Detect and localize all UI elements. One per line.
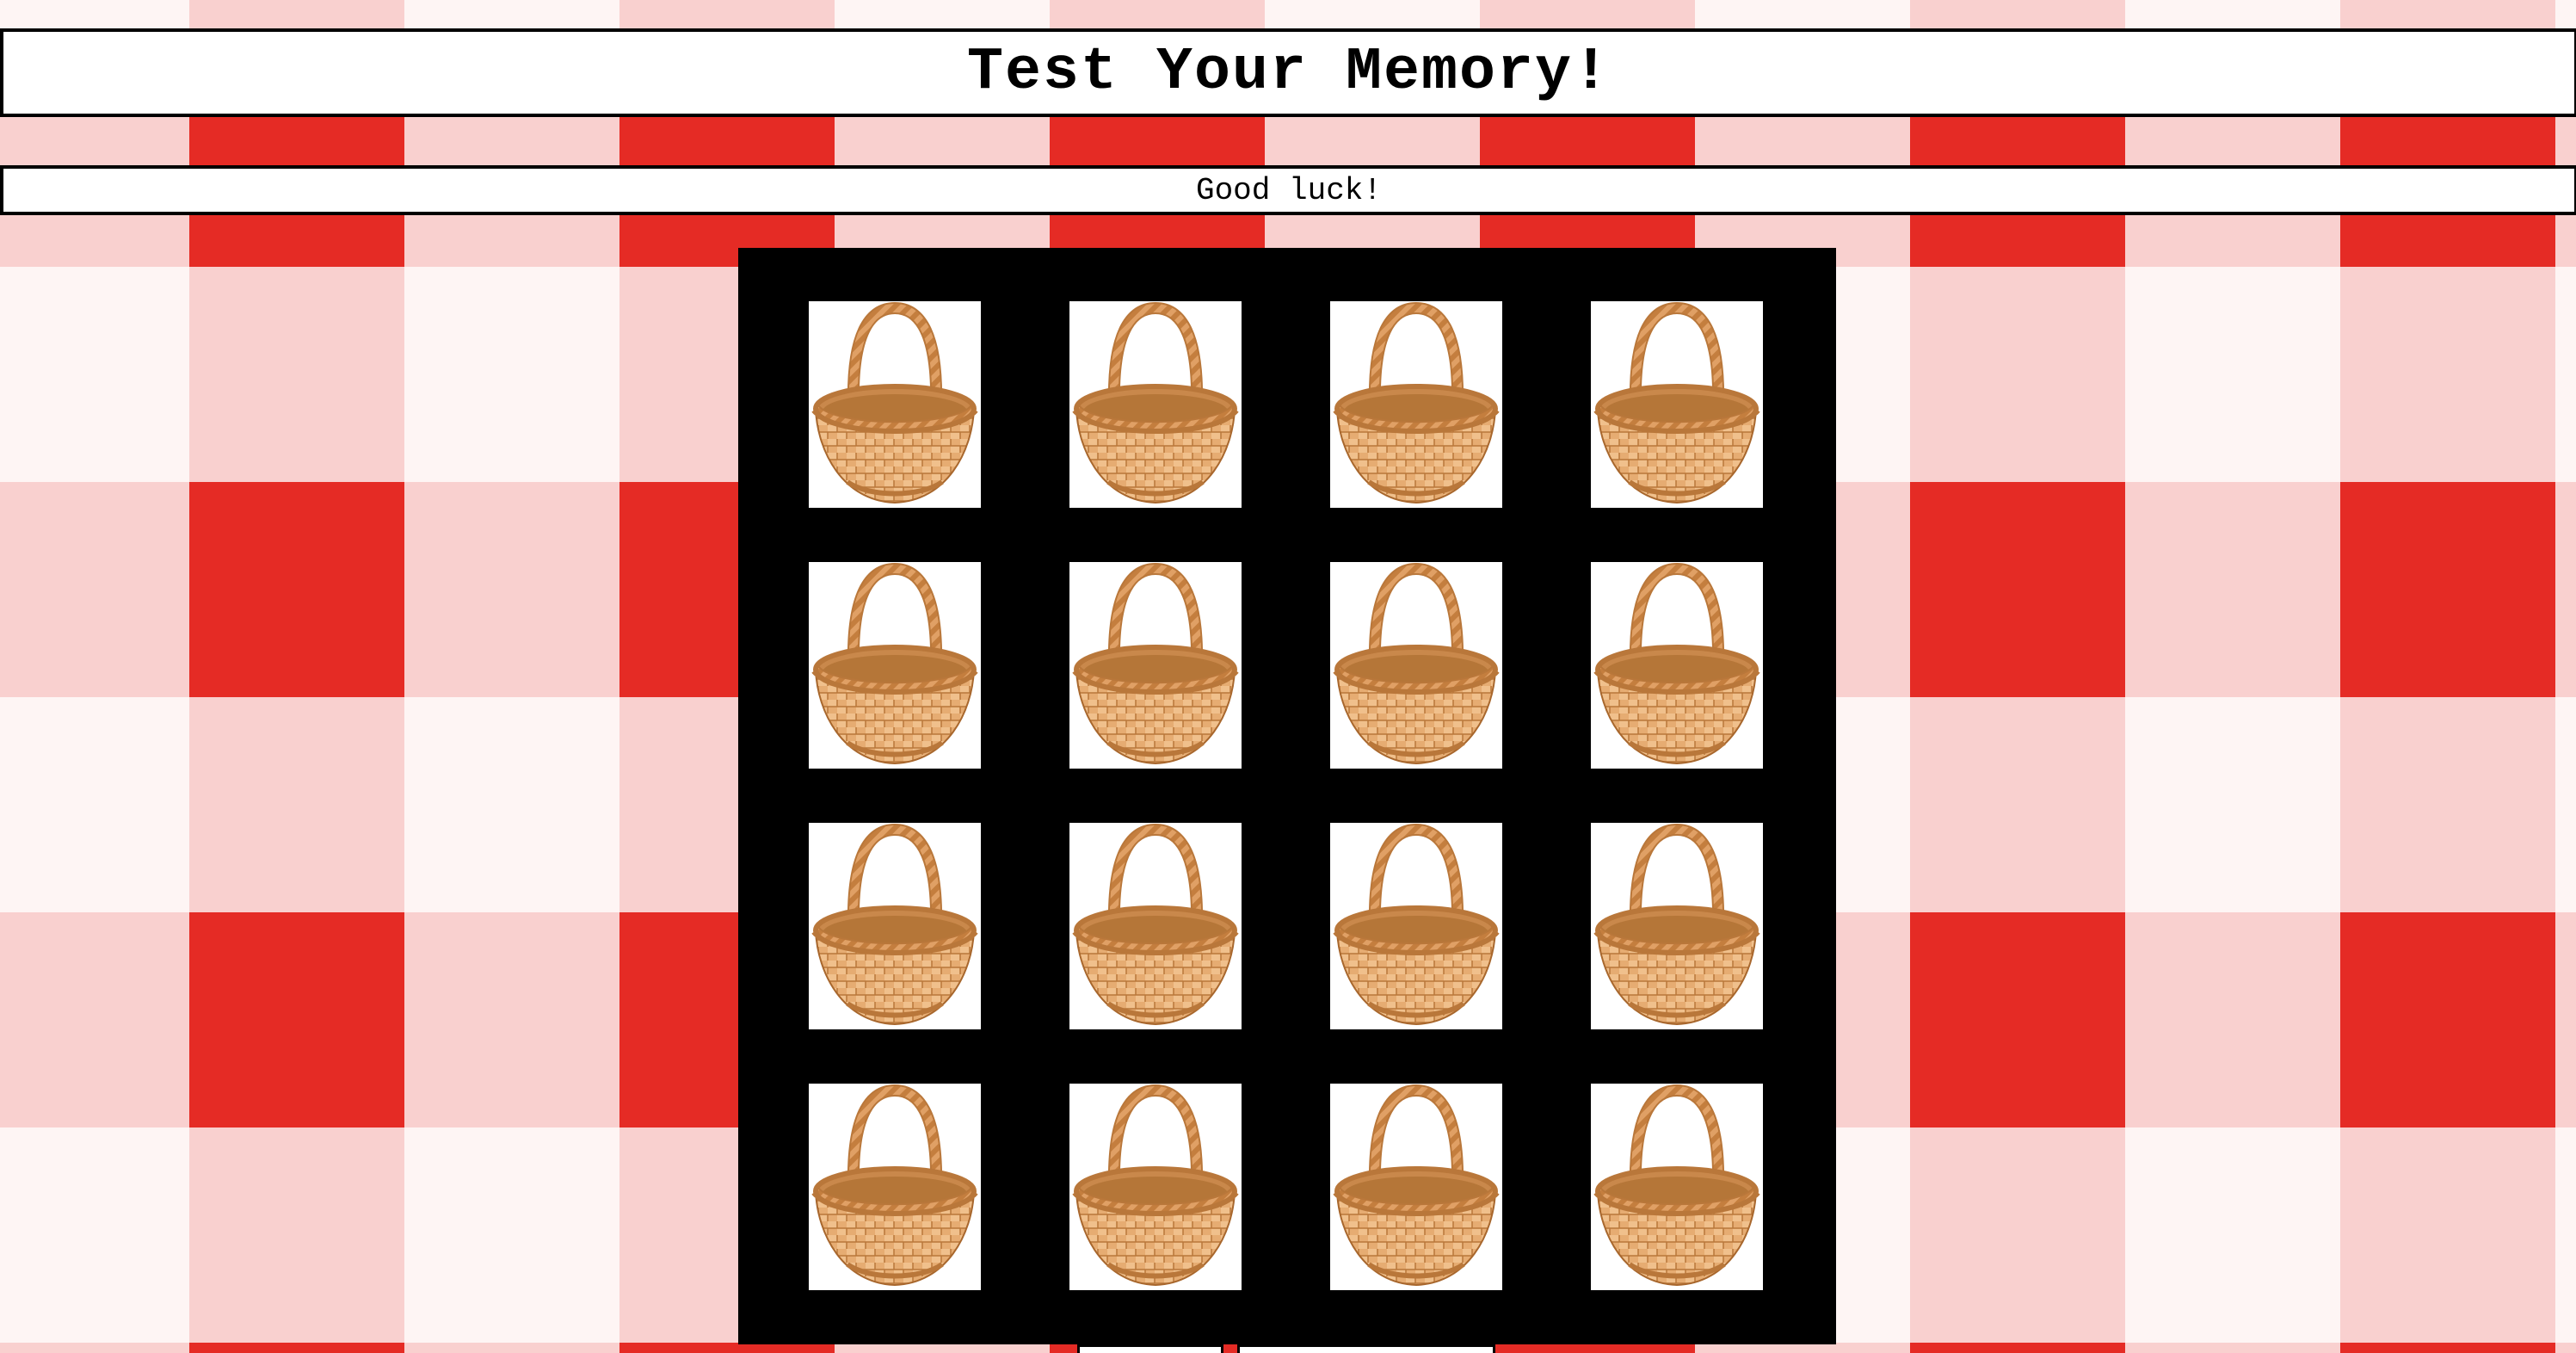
memory-card[interactable] (1591, 1084, 1763, 1290)
game-board (738, 248, 1836, 1344)
memory-card[interactable] (1330, 823, 1502, 1029)
basket-icon (809, 1084, 981, 1290)
memory-card[interactable] (1330, 301, 1502, 508)
basket-icon (1069, 562, 1242, 769)
basket-icon (1069, 823, 1242, 1029)
memory-card[interactable] (809, 562, 981, 769)
memory-card[interactable] (809, 823, 981, 1029)
basket-icon (1591, 1084, 1763, 1290)
memory-card[interactable] (1591, 301, 1763, 508)
basket-icon (1330, 1084, 1502, 1290)
memory-card[interactable] (1330, 1084, 1502, 1290)
memory-card[interactable] (1591, 823, 1763, 1029)
basket-icon (809, 823, 981, 1029)
basket-icon (1330, 562, 1502, 769)
memory-card[interactable] (1069, 1084, 1242, 1290)
memory-card[interactable] (1330, 562, 1502, 769)
status-message: Good luck! (0, 165, 2576, 215)
memory-card[interactable] (1069, 823, 1242, 1029)
basket-icon (809, 301, 981, 508)
basket-icon (1330, 301, 1502, 508)
control-button-2[interactable] (1237, 1344, 1495, 1353)
basket-icon (1591, 823, 1763, 1029)
page-title: Test Your Memory! (0, 28, 2576, 117)
control-button-1[interactable] (1077, 1344, 1223, 1353)
basket-icon (1591, 562, 1763, 769)
basket-icon (1069, 301, 1242, 508)
basket-icon (1591, 301, 1763, 508)
basket-icon (1330, 823, 1502, 1029)
memory-card[interactable] (1069, 301, 1242, 508)
memory-card[interactable] (809, 301, 981, 508)
memory-card[interactable] (809, 1084, 981, 1290)
memory-card[interactable] (1591, 562, 1763, 769)
memory-card[interactable] (1069, 562, 1242, 769)
basket-icon (809, 562, 981, 769)
basket-icon (1069, 1084, 1242, 1290)
